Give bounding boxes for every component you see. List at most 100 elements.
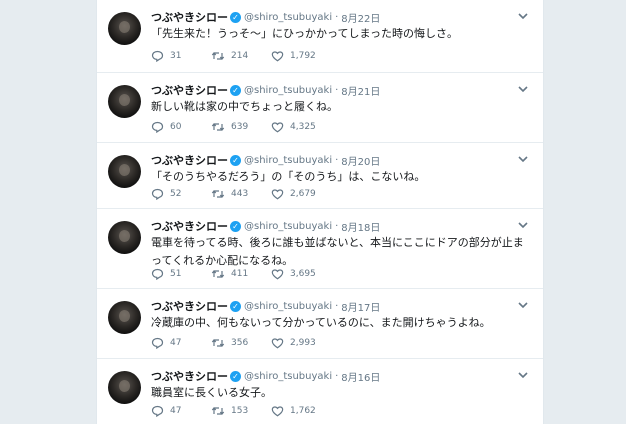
reply-button[interactable]: 31 [151, 50, 211, 62]
tweet-header: つぶやきシロー ✓ @shiro_tsubuyaki · 8月22日 [151, 9, 533, 25]
verified-badge-icon: ✓ [230, 370, 241, 382]
retweet-button[interactable]: 411 [211, 268, 271, 280]
tweet-header: つぶやきシロー ✓ @shiro_tsubuyaki · 8月18日 [151, 218, 533, 234]
retweet-icon [211, 270, 225, 278]
tweet-header: つぶやきシロー ✓ @shiro_tsubuyaki · 8月17日 [151, 298, 533, 314]
like-count: 4,325 [290, 122, 316, 132]
separator-dot: · [335, 11, 339, 23]
tweet-date[interactable]: 8月22日 [341, 10, 380, 25]
tweet-text: 電車を待ってる時、後ろに誰も並ばないと、本当にここにドアの部分が止まってくれるか… [151, 236, 524, 267]
like-button[interactable]: 2,993 [271, 337, 331, 349]
tweet[interactable]: つぶやきシロー ✓ @shiro_tsubuyaki · 8月20日 「そのうち… [97, 143, 543, 209]
avatar[interactable] [108, 301, 141, 334]
author-handle[interactable]: @shiro_tsubuyaki [244, 12, 332, 23]
like-count: 2,679 [290, 189, 316, 199]
chevron-down-icon[interactable] [517, 83, 529, 95]
separator-dot: · [335, 370, 339, 382]
separator-dot: · [335, 220, 339, 232]
retweet-icon [211, 407, 225, 415]
author-handle[interactable]: @shiro_tsubuyaki [244, 371, 332, 382]
tweet-date[interactable]: 8月20日 [341, 153, 380, 168]
reply-count: 31 [170, 51, 182, 61]
retweet-button[interactable]: 153 [211, 405, 271, 417]
author-name[interactable]: つぶやきシロー [151, 298, 228, 314]
separator-dot: · [335, 84, 339, 96]
author-name[interactable]: つぶやきシロー [151, 218, 228, 234]
reply-icon [151, 268, 164, 280]
avatar[interactable] [108, 85, 141, 118]
author-name[interactable]: つぶやきシロー [151, 82, 228, 98]
author-name[interactable]: つぶやきシロー [151, 152, 228, 168]
tweet-actions: 60 639 4,325 [151, 119, 411, 135]
author-name[interactable]: つぶやきシロー [151, 9, 228, 25]
chevron-down-icon[interactable] [517, 10, 529, 22]
verified-badge-icon: ✓ [230, 220, 241, 232]
reply-count: 60 [170, 122, 182, 132]
retweet-count: 639 [231, 122, 249, 132]
like-button[interactable]: 3,695 [271, 268, 331, 280]
tweet-actions: 52 443 2,679 [151, 186, 411, 202]
like-button[interactable]: 1,762 [271, 405, 331, 417]
retweet-icon [211, 190, 225, 198]
avatar[interactable] [108, 155, 141, 188]
tweet[interactable]: つぶやきシロー ✓ @shiro_tsubuyaki · 8月18日 電車を待っ… [97, 209, 543, 289]
avatar[interactable] [108, 12, 141, 45]
reply-icon [151, 405, 164, 417]
like-count: 1,792 [290, 51, 316, 61]
retweet-button[interactable]: 639 [211, 121, 271, 133]
reply-icon [151, 337, 164, 349]
tweet-header: つぶやきシロー ✓ @shiro_tsubuyaki · 8月21日 [151, 82, 533, 98]
retweet-icon [211, 52, 225, 60]
retweet-count: 443 [231, 189, 249, 199]
heart-icon [271, 122, 284, 133]
author-handle[interactable]: @shiro_tsubuyaki [244, 155, 332, 166]
reply-button[interactable]: 51 [151, 268, 211, 280]
author-handle[interactable]: @shiro_tsubuyaki [244, 301, 332, 312]
reply-icon [151, 188, 164, 200]
reply-button[interactable]: 47 [151, 337, 211, 349]
like-count: 1,762 [290, 406, 316, 416]
heart-icon [271, 406, 284, 417]
author-handle[interactable]: @shiro_tsubuyaki [244, 221, 332, 232]
reply-button[interactable]: 47 [151, 405, 211, 417]
heart-icon [271, 269, 284, 280]
tweet[interactable]: つぶやきシロー ✓ @shiro_tsubuyaki · 8月21日 新しい靴は… [97, 73, 543, 143]
tweet[interactable]: つぶやきシロー ✓ @shiro_tsubuyaki · 8月22日 「先生来た… [97, 0, 543, 73]
reply-button[interactable]: 52 [151, 188, 211, 200]
retweet-button[interactable]: 356 [211, 337, 271, 349]
tweet[interactable]: つぶやきシロー ✓ @shiro_tsubuyaki · 8月16日 職員室に長… [97, 359, 543, 424]
like-button[interactable]: 4,325 [271, 121, 331, 133]
tweet-actions: 51 411 3,695 [151, 266, 411, 282]
tweet-header: つぶやきシロー ✓ @shiro_tsubuyaki · 8月16日 [151, 368, 533, 384]
tweet-actions: 47 153 1,762 [151, 403, 411, 419]
like-button[interactable]: 1,792 [271, 50, 331, 62]
tweet-header: つぶやきシロー ✓ @shiro_tsubuyaki · 8月20日 [151, 152, 533, 168]
tweet[interactable]: つぶやきシロー ✓ @shiro_tsubuyaki · 8月17日 冷蔵庫の中… [97, 289, 543, 359]
tweet-text: 冷蔵庫の中、何もないって分かっているのに、また開けちゃうよね。 [151, 316, 491, 329]
chevron-down-icon[interactable] [517, 153, 529, 165]
reply-count: 47 [170, 338, 182, 348]
retweet-count: 153 [231, 406, 249, 416]
chevron-down-icon[interactable] [517, 219, 529, 231]
reply-button[interactable]: 60 [151, 121, 211, 133]
reply-icon [151, 50, 164, 62]
tweet-date[interactable]: 8月16日 [341, 369, 380, 384]
tweet-date[interactable]: 8月17日 [341, 299, 380, 314]
author-name[interactable]: つぶやきシロー [151, 368, 228, 384]
retweet-button[interactable]: 214 [211, 50, 271, 62]
tweet-date[interactable]: 8月21日 [341, 83, 380, 98]
avatar[interactable] [108, 221, 141, 254]
reply-count: 51 [170, 269, 182, 279]
tweet-text: 新しい靴は家の中でちょっと履くね。 [151, 100, 338, 113]
author-handle[interactable]: @shiro_tsubuyaki [244, 85, 332, 96]
tweet-date[interactable]: 8月18日 [341, 219, 380, 234]
verified-badge-icon: ✓ [230, 154, 241, 166]
avatar[interactable] [108, 371, 141, 404]
separator-dot: · [335, 300, 339, 312]
like-button[interactable]: 2,679 [271, 188, 331, 200]
retweet-button[interactable]: 443 [211, 188, 271, 200]
tweet-text: 「そのうちやるだろう」の「そのうち」は、こないね。 [151, 170, 426, 183]
chevron-down-icon[interactable] [517, 369, 529, 381]
chevron-down-icon[interactable] [517, 299, 529, 311]
reply-count: 52 [170, 189, 182, 199]
